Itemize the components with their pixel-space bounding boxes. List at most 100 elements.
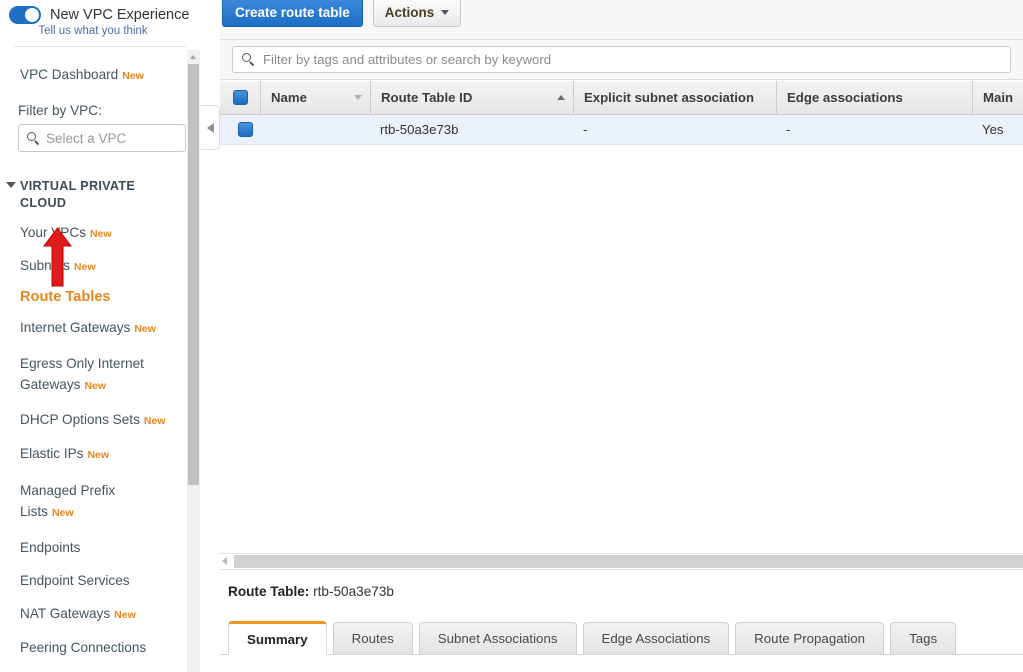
new-badge: New [90, 228, 112, 240]
sidebar-item-nat-gateways[interactable]: NAT Gateways New [0, 606, 186, 623]
create-route-table-button[interactable]: Create route table [222, 0, 363, 27]
new-badge: New [143, 415, 166, 427]
tab-subnet-associations[interactable]: Subnet Associations [418, 622, 577, 654]
vpc-console-screen: New VPC Experience Tell us what you thin… [0, 0, 1023, 672]
tab-routes[interactable]: Routes [332, 622, 413, 654]
column-header-edge-associations[interactable]: Edge associations [776, 80, 972, 115]
column-header-label: Name [271, 90, 307, 105]
search-placeholder: Filter by tags and attributes or search … [263, 52, 552, 67]
column-header-route-table-id[interactable]: Route Table ID [370, 80, 573, 115]
new-badge: New [122, 70, 144, 82]
sidebar-collapse-handle[interactable] [201, 105, 220, 150]
search-icon [242, 53, 255, 67]
vpc-select-input[interactable]: Select a VPC [18, 124, 186, 152]
cell-explicit-subnet-association: - [583, 122, 588, 137]
horizontal-scrollbar-track[interactable] [234, 555, 1023, 568]
sidebar-item-route-tables[interactable]: Route Tables [0, 289, 186, 305]
column-header-explicit-subnet-association[interactable]: Explicit subnet association [573, 80, 776, 115]
sidebar-item-label: VPC Dashboard [20, 67, 119, 82]
tab-tags[interactable]: Tags [890, 622, 957, 654]
column-header-main[interactable]: Main [972, 80, 1023, 115]
sidebar-item-managed-prefix-lists[interactable]: Managed Prefix Lists New [0, 480, 150, 524]
sidebar-item-your-vpcs[interactable]: Your VPCs New [0, 225, 186, 242]
sidebar-item-endpoint-services[interactable]: Endpoint Services [0, 573, 186, 589]
new-badge: New [51, 507, 74, 519]
detail-panel-label: Route Table: [228, 584, 310, 599]
chevron-down-icon [6, 182, 16, 188]
sidebar-item-label: Elastic IPs [20, 446, 84, 461]
feedback-link[interactable]: Tell us what you think [0, 25, 186, 37]
sidebar-group-virtual-private-cloud[interactable]: VIRTUAL PRIVATE CLOUD [0, 178, 166, 212]
detail-panel-value: rtb-50a3e73b [313, 584, 394, 599]
sidebar-item-label: Your VPCs [20, 225, 86, 240]
new-experience-title: New VPC Experience [50, 7, 190, 23]
table-horizontal-scrollbar[interactable] [220, 553, 1023, 569]
scroll-up-arrow-icon[interactable] [187, 50, 200, 63]
new-badge: New [134, 323, 156, 335]
sidebar-divider [14, 46, 186, 47]
tab-summary[interactable]: Summary [228, 621, 327, 655]
new-badge: New [87, 449, 110, 461]
sidebar-scrollbar[interactable] [187, 50, 200, 672]
toggle-knob [25, 8, 39, 22]
row-checkbox-cell[interactable] [220, 115, 260, 145]
scrollbar-thumb[interactable] [188, 64, 199, 485]
scroll-left-arrow-icon[interactable] [222, 557, 227, 565]
sidebar-nav: VPC Dashboard New Filter by VPC: Select a… [0, 50, 186, 672]
sidebar-item-dhcp-options-sets[interactable]: DHCP Options Sets New [0, 412, 186, 429]
select-all-checkbox[interactable] [232, 90, 248, 105]
sidebar-item-label: Egress Only Internet Gateways [20, 356, 144, 392]
sidebar-item-label: Endpoints [20, 540, 81, 555]
search-input[interactable]: Filter by tags and attributes or search … [232, 46, 1011, 73]
sidebar-item-label: Peering Connections [20, 640, 147, 655]
main-content: Create route table Actions Filter by tag… [220, 0, 1023, 672]
sidebar-item-label: Internet Gateways [20, 320, 131, 335]
new-badge: New [84, 380, 107, 392]
new-experience-header: New VPC Experience Tell us what you thin… [0, 0, 200, 46]
sidebar-item-label: NAT Gateways [20, 606, 111, 621]
sidebar-item-egress-only-internet-gateways[interactable]: Egress Only Internet Gateways New [0, 353, 176, 397]
vpc-select-placeholder: Select a VPC [46, 130, 127, 146]
detail-panel-title: Route Table: rtb-50a3e73b [220, 570, 1023, 599]
table-header-row: Name Route Table ID Explicit subnet asso… [220, 80, 1023, 115]
cell-name [260, 115, 370, 145]
sidebar-item-vpc-dashboard[interactable]: VPC Dashboard New [0, 67, 186, 84]
new-experience-toggle[interactable] [9, 6, 41, 24]
sidebar: New VPC Experience Tell us what you thin… [0, 0, 200, 672]
sidebar-item-elastic-ips[interactable]: Elastic IPs New [0, 446, 186, 463]
new-badge: New [73, 261, 96, 273]
actions-label: Actions [384, 5, 435, 20]
sidebar-item-label: Endpoint Services [20, 573, 130, 588]
sidebar-group-label: VIRTUAL PRIVATE CLOUD [20, 179, 136, 210]
search-icon [27, 131, 40, 145]
select-all-checkbox-cell[interactable] [220, 81, 260, 115]
actions-dropdown-button[interactable]: Actions [372, 0, 462, 27]
column-header-name[interactable]: Name [260, 80, 370, 115]
column-header-label: Main [983, 90, 1014, 105]
tab-edge-associations[interactable]: Edge Associations [582, 622, 730, 654]
detail-tabs: Summary Routes Subnet Associations Edge … [220, 621, 1023, 655]
sidebar-item-internet-gateways[interactable]: Internet Gateways New [0, 320, 186, 337]
chevron-down-icon [441, 10, 450, 15]
sidebar-item-label: Subnets [20, 258, 70, 273]
row-checkbox[interactable] [237, 122, 253, 137]
sidebar-item-label: DHCP Options Sets [20, 412, 140, 427]
sort-descending-icon [354, 94, 362, 100]
sidebar-item-subnets[interactable]: Subnets New [0, 258, 186, 275]
column-header-label: Route Table ID [381, 90, 473, 105]
filter-bar: Filter by tags and attributes or search … [220, 40, 1023, 80]
sidebar-item-endpoints[interactable]: Endpoints [0, 540, 186, 556]
table-body: rtb-50a3e73b - - Yes [220, 115, 1023, 550]
column-header-label: Explicit subnet association [584, 90, 755, 105]
new-badge: New [114, 609, 136, 621]
table-row[interactable]: rtb-50a3e73b - - Yes [220, 115, 1023, 145]
sidebar-nav-list: VPC Dashboard New Filter by VPC: Select a… [0, 67, 186, 672]
toolbar: Create route table Actions [220, 0, 1023, 40]
tab-route-propagation[interactable]: Route Propagation [735, 622, 885, 654]
sort-ascending-icon [557, 94, 565, 100]
filter-by-vpc-label: Filter by VPC: [18, 103, 102, 118]
cell-main: Yes [982, 122, 1004, 137]
cell-route-table-id: rtb-50a3e73b [380, 122, 459, 137]
sidebar-item-peering-connections[interactable]: Peering Connections [0, 640, 186, 656]
cell-edge-associations: - [786, 122, 791, 137]
